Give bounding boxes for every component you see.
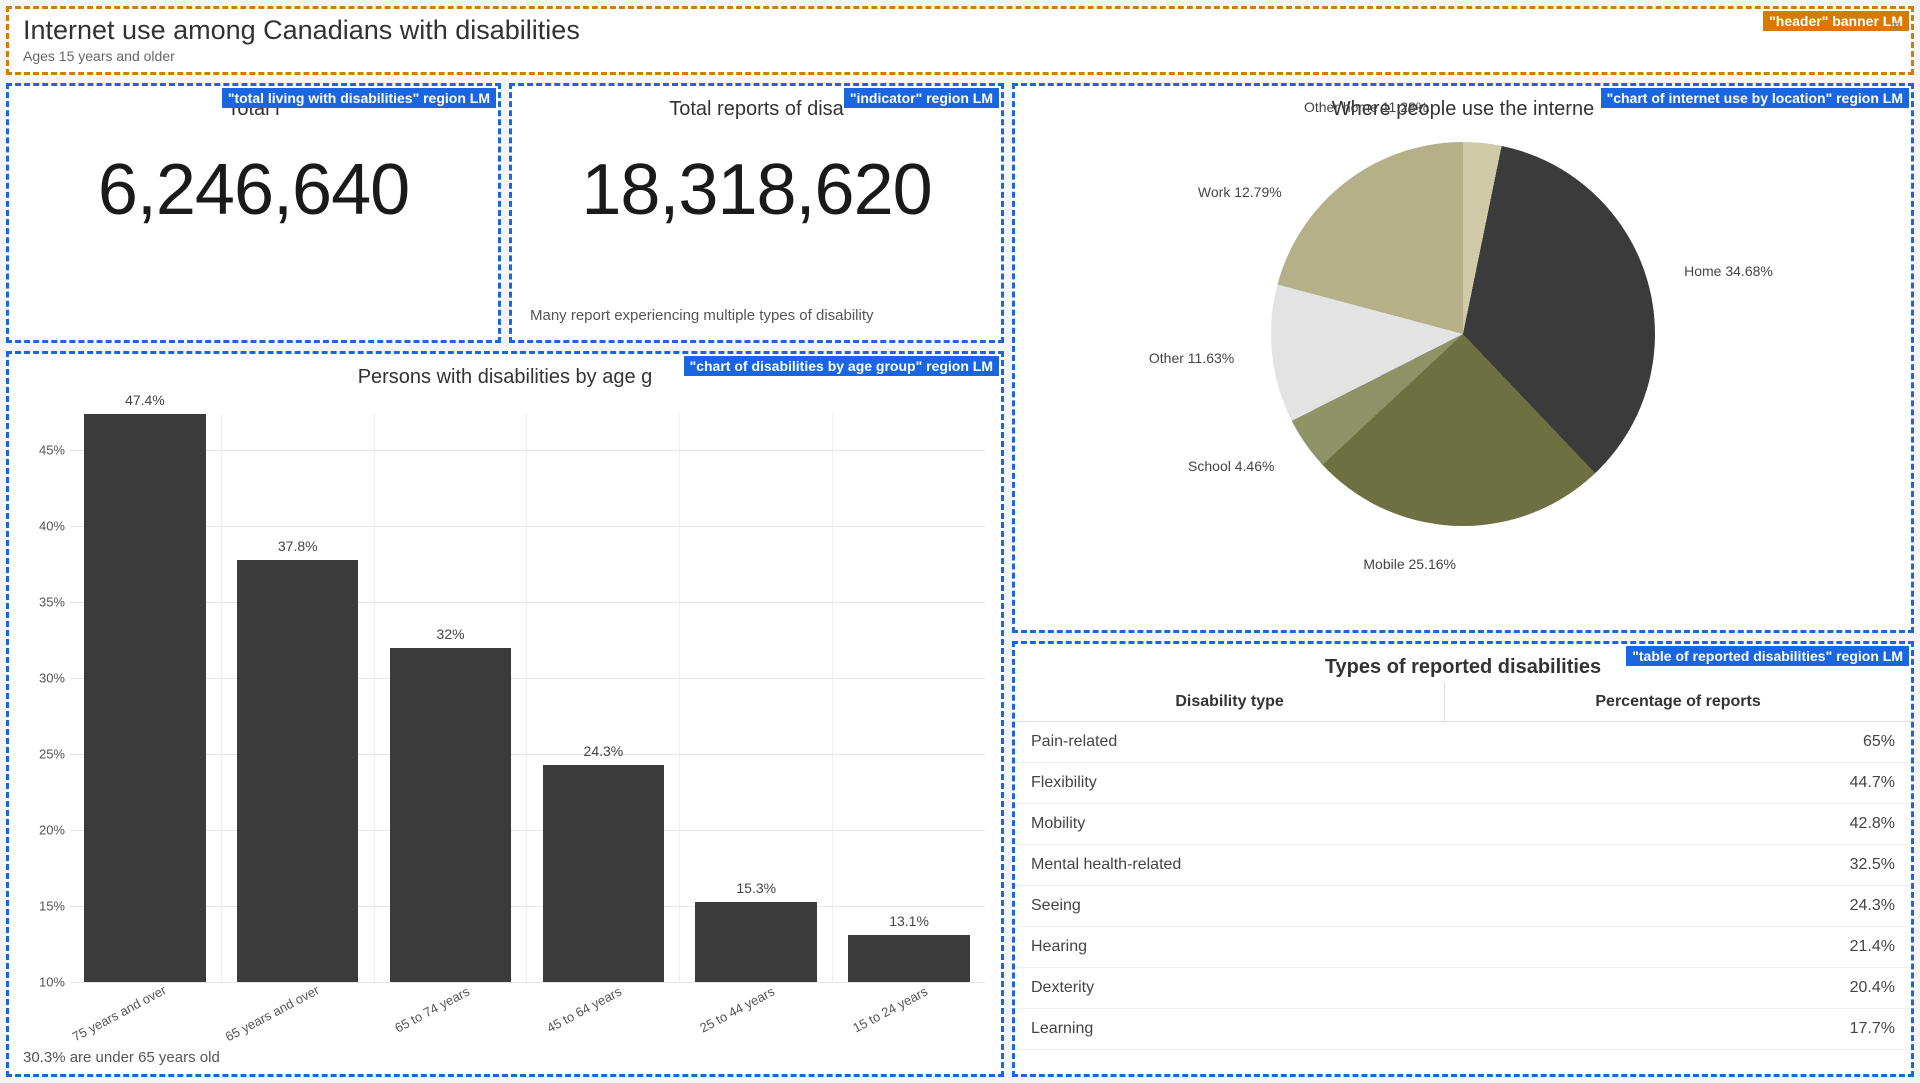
cell-pct: 65%: [1445, 722, 1911, 763]
y-tick: 15%: [25, 899, 65, 914]
bar-value-label: 32%: [390, 626, 511, 642]
cell-type: Hearing: [1015, 927, 1445, 968]
cell-type: Mobility: [1015, 804, 1445, 845]
cell-pct: 24.3%: [1445, 886, 1911, 927]
header-banner: "header" banner LM ≡ Internet use among …: [6, 6, 1914, 75]
region-bar-chart: "chart of disabilities by age group" reg…: [6, 351, 1004, 1077]
cell-pct: 44.7%: [1445, 763, 1911, 804]
table-row: Seeing24.3%: [1015, 886, 1911, 927]
region-badge: "chart of disabilities by age group" reg…: [684, 356, 999, 376]
cell-type: Flexibility: [1015, 763, 1445, 804]
bar: 37.8%: [237, 560, 358, 982]
table-header-type: Disability type: [1015, 683, 1445, 722]
pie-chart: Other home 11.28%Home 34.68%Mobile 25.16…: [1271, 142, 1655, 526]
region-badge: "total living with disabilities" region …: [222, 88, 496, 108]
pie-slice-label: School 4.46%: [1188, 458, 1274, 474]
header-badge: "header" banner LM: [1763, 11, 1909, 31]
bar-chart: 10%15%20%25%30%35%40%45%47.4%75 years an…: [69, 414, 985, 982]
bar-footnote: 30.3% are under 65 years old: [23, 1049, 220, 1066]
x-category: 75 years and over: [70, 982, 169, 1044]
cell-pct: 21.4%: [1445, 927, 1911, 968]
region-table: "table of reported disabilities" region …: [1012, 641, 1914, 1077]
table-row: Dexterity20.4%: [1015, 968, 1911, 1009]
cell-pct: 32.5%: [1445, 845, 1911, 886]
y-tick: 25%: [25, 747, 65, 762]
bar: 24.3%: [543, 765, 664, 982]
bar: 47.4%: [84, 414, 205, 982]
region-badge: "chart of internet use by location" regi…: [1601, 88, 1909, 108]
table-row: Mental health-related32.5%: [1015, 845, 1911, 886]
region-pie-chart: "chart of internet use by location" regi…: [1012, 83, 1914, 633]
x-category: 45 to 64 years: [545, 984, 625, 1036]
bar-value-label: 37.8%: [237, 538, 358, 554]
cell-type: Mental health-related: [1015, 845, 1445, 886]
cell-type: Learning: [1015, 1009, 1445, 1050]
cell-type: Pain-related: [1015, 722, 1445, 763]
x-category: 65 to 74 years: [392, 984, 472, 1036]
y-tick: 20%: [25, 823, 65, 838]
bar-value-label: 15.3%: [695, 880, 816, 896]
y-tick: 30%: [25, 671, 65, 686]
cell-type: Seeing: [1015, 886, 1445, 927]
table-row: Learning17.7%: [1015, 1009, 1911, 1050]
y-tick: 35%: [25, 595, 65, 610]
pie-slice-label: Home 34.68%: [1684, 263, 1773, 279]
cell-type: Dexterity: [1015, 968, 1445, 1009]
cell-pct: 42.8%: [1445, 804, 1911, 845]
bar-value-label: 13.1%: [848, 913, 969, 929]
x-category: 15 to 24 years: [850, 984, 930, 1036]
bar-value-label: 24.3%: [543, 743, 664, 759]
page-subtitle: Ages 15 years and older: [23, 48, 1897, 64]
bar: 32%: [390, 648, 511, 982]
cell-pct: 20.4%: [1445, 968, 1911, 1009]
region-total-living: "total living with disabilities" region …: [6, 83, 501, 343]
table-row: Flexibility44.7%: [1015, 763, 1911, 804]
bar-value-label: 47.4%: [84, 392, 205, 408]
region-indicator: "indicator" region LM Total reports of d…: [509, 83, 1004, 343]
x-category: 65 years and over: [222, 982, 321, 1044]
x-category: 25 to 44 years: [697, 984, 777, 1036]
pie-slice-label: Other 11.63%: [1149, 350, 1234, 366]
pie-slice-label: Mobile 25.16%: [1363, 556, 1456, 572]
hamburger-icon[interactable]: ≡: [1890, 17, 1901, 38]
table-row: Mobility42.8%: [1015, 804, 1911, 845]
y-tick: 45%: [25, 443, 65, 458]
pie-slice-label: Work 12.79%: [1198, 184, 1282, 200]
bar: 15.3%: [695, 902, 816, 982]
indicator-note: Many report experiencing multiple types …: [512, 307, 874, 334]
indicator-value: 18,318,620: [512, 125, 1001, 231]
pie-slice-label: Other home 11.28%: [1304, 99, 1428, 115]
page-title: Internet use among Canadians with disabi…: [23, 15, 1897, 46]
bar: 13.1%: [848, 935, 969, 982]
table-header-pct: Percentage of reports: [1445, 683, 1911, 722]
disabilities-table: Disability type Percentage of reports Pa…: [1015, 683, 1911, 1050]
cell-pct: 17.7%: [1445, 1009, 1911, 1050]
table-row: Hearing21.4%: [1015, 927, 1911, 968]
y-tick: 10%: [25, 975, 65, 990]
y-tick: 40%: [25, 519, 65, 534]
region-badge: "table of reported disabilities" region …: [1626, 646, 1909, 666]
table-row: Pain-related65%: [1015, 722, 1911, 763]
total-living-value: 6,246,640: [9, 125, 498, 231]
region-badge: "indicator" region LM: [844, 88, 999, 108]
